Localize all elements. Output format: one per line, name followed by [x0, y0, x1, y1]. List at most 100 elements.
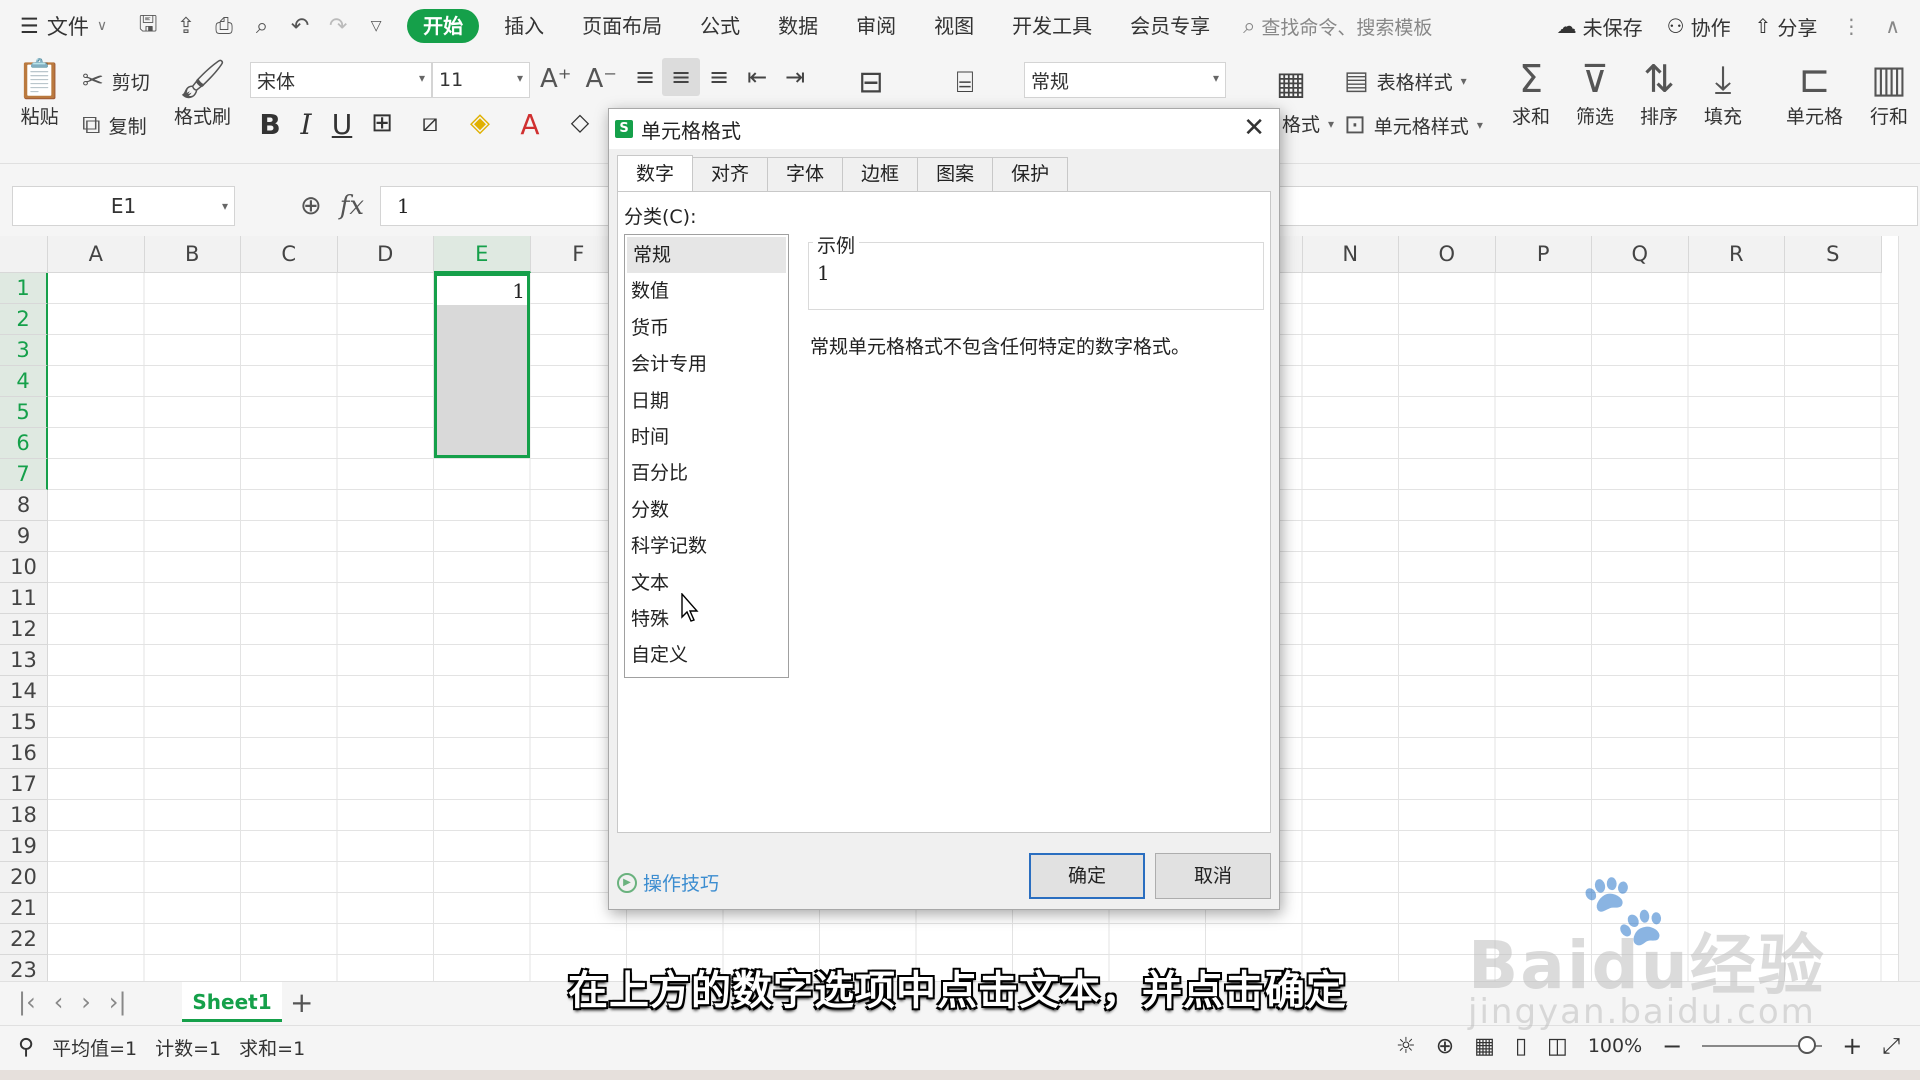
row-header[interactable]: 18	[0, 800, 48, 831]
page-layout-view-icon[interactable]: ▯	[1515, 1034, 1527, 1059]
next-sheet-icon[interactable]: ›	[81, 988, 91, 1016]
align-top-icon[interactable]: ≡	[626, 58, 664, 96]
category-list[interactable]: 常规 数值 货币 会计专用 日期 时间 百分比 分数 科学记数 文本 特殊 自定义	[624, 234, 789, 678]
category-item[interactable]: 常规	[627, 237, 786, 274]
zoom-formula-icon[interactable]: ⊕	[300, 191, 322, 221]
fill-color-icon[interactable]: ◈	[460, 108, 500, 138]
column-header[interactable]: N	[1302, 236, 1399, 273]
column-header[interactable]: B	[144, 236, 241, 273]
customize-icon[interactable]: ▽	[357, 7, 395, 45]
row-column-button[interactable]: ▥ 行和	[1870, 56, 1908, 129]
row-header[interactable]: 5	[0, 397, 48, 428]
fx-icon[interactable]: fx	[340, 191, 364, 221]
cell-e1[interactable]: 1	[437, 276, 527, 305]
column-header[interactable]: D	[337, 236, 434, 273]
export-icon[interactable]: ⇪	[167, 7, 205, 45]
eraser-icon[interactable]: ◇	[560, 108, 600, 136]
tab-font[interactable]: 字体	[767, 157, 844, 191]
sheet-tab-sheet1[interactable]: Sheet1	[182, 982, 282, 1022]
tab-number[interactable]: 数字	[617, 155, 694, 191]
last-sheet-icon[interactable]: ›|	[109, 988, 127, 1016]
row-header[interactable]: 10	[0, 552, 48, 583]
bold-icon[interactable]: B	[250, 108, 290, 141]
row-header[interactable]: 4	[0, 366, 48, 397]
redo-icon[interactable]: ↷	[319, 7, 357, 45]
row-header[interactable]: 16	[0, 738, 48, 769]
prev-sheet-icon[interactable]: ‹	[54, 988, 64, 1016]
cell-format-icon[interactable]: ⧄	[410, 108, 450, 139]
tab-border[interactable]: 边框	[842, 157, 919, 191]
row-header[interactable]: 15	[0, 707, 48, 738]
category-item[interactable]: 文本	[625, 565, 788, 601]
column-header[interactable]: R	[1688, 236, 1785, 273]
tab-insert[interactable]: 插入	[485, 9, 563, 43]
row-header[interactable]: 21	[0, 893, 48, 924]
conditional-format-button[interactable]: 格式 ▾	[1282, 110, 1334, 137]
decrease-font-icon[interactable]: A⁻	[586, 64, 618, 94]
row-header[interactable]: 12	[0, 614, 48, 645]
align-middle-icon[interactable]: ≡	[662, 58, 700, 96]
undo-icon[interactable]: ↶	[281, 7, 319, 45]
ok-button[interactable]: 确定	[1029, 853, 1145, 899]
tab-home[interactable]: 开始	[407, 9, 480, 43]
macro-icon[interactable]: ⚲	[18, 1035, 34, 1060]
more-icon[interactable]: ⋮	[1841, 14, 1861, 38]
cancel-button[interactable]: 取消	[1155, 853, 1271, 899]
vertical-scrollbar[interactable]	[1898, 236, 1920, 981]
add-sheet-icon[interactable]: +	[290, 986, 313, 1019]
increase-indent-icon[interactable]: ⇥	[776, 58, 814, 96]
eye-protection-icon[interactable]: ☼	[1396, 1034, 1416, 1059]
row-header[interactable]: 17	[0, 769, 48, 800]
tab-protection[interactable]: 保护	[992, 157, 1069, 191]
row-header[interactable]: 8	[0, 490, 48, 521]
category-item[interactable]: 分数	[625, 492, 788, 528]
cell-button[interactable]: ⊏ 单元格	[1786, 56, 1843, 129]
category-item[interactable]: 会计专用	[625, 346, 788, 382]
tab-member[interactable]: 会员专享	[1111, 9, 1229, 43]
column-header[interactable]: O	[1399, 236, 1496, 273]
collapse-ribbon-icon[interactable]: ∧	[1885, 14, 1900, 38]
tab-page-layout[interactable]: 页面布局	[563, 9, 681, 43]
selected-range[interactable]: 1	[434, 273, 530, 458]
category-item[interactable]: 自定义	[625, 637, 788, 673]
zoom-slider[interactable]	[1702, 1036, 1823, 1054]
format-painter-button[interactable]: 🖌 格式刷	[174, 56, 231, 129]
row-header[interactable]: 20	[0, 862, 48, 893]
category-item[interactable]: 货币	[625, 310, 788, 346]
category-item[interactable]: 特殊	[625, 601, 788, 637]
column-header[interactable]: P	[1495, 236, 1592, 273]
sum-button[interactable]: Σ 求和	[1512, 56, 1550, 129]
tab-view[interactable]: 视图	[915, 9, 993, 43]
save-icon[interactable]: 🖫	[129, 7, 167, 45]
row-header[interactable]: 14	[0, 676, 48, 707]
number-format-select[interactable]: 常规 ▾	[1024, 62, 1226, 98]
table-grid-icon[interactable]: ▦	[1272, 64, 1310, 102]
align-bottom-icon[interactable]: ≡	[700, 58, 738, 96]
tips-link[interactable]: ▶ 操作技巧	[617, 869, 719, 896]
decrease-indent-icon[interactable]: ⇤	[738, 58, 776, 96]
underline-icon[interactable]: U	[322, 108, 362, 141]
fullscreen-icon[interactable]: ⤢	[1882, 1034, 1900, 1059]
zoom-slider-knob[interactable]	[1798, 1036, 1817, 1054]
font-color-icon[interactable]: A	[510, 108, 550, 141]
category-item[interactable]: 日期	[625, 383, 788, 419]
row-header[interactable]: 2	[0, 304, 48, 335]
tab-pattern[interactable]: 图案	[917, 157, 994, 191]
column-header[interactable]: S	[1785, 236, 1882, 273]
row-header[interactable]: 22	[0, 924, 48, 955]
copy-button[interactable]: ⧉ 复制	[82, 110, 147, 141]
table-style-button[interactable]: ▤ 表格样式 ▾	[1344, 66, 1467, 96]
dialog-title-bar[interactable]: S 单元格格式 ✕	[609, 109, 1279, 149]
tab-alignment[interactable]: 对齐	[692, 157, 769, 191]
column-header[interactable]: C	[241, 236, 338, 273]
column-header[interactable]: Q	[1592, 236, 1689, 273]
print-icon[interactable]: ⎙	[205, 7, 243, 45]
zoom-level[interactable]: 100%	[1588, 1035, 1642, 1057]
fill-button[interactable]: ⤓ 填充	[1704, 56, 1742, 129]
merge-center-icon[interactable]: ⊟	[852, 64, 890, 102]
italic-icon[interactable]: I	[286, 108, 326, 141]
cell-style-button[interactable]: ⊡ 单元格样式 ▾	[1344, 110, 1483, 140]
select-all-corner[interactable]	[0, 236, 48, 273]
row-header[interactable]: 13	[0, 645, 48, 676]
name-box[interactable]: E1 ▾	[12, 186, 235, 226]
